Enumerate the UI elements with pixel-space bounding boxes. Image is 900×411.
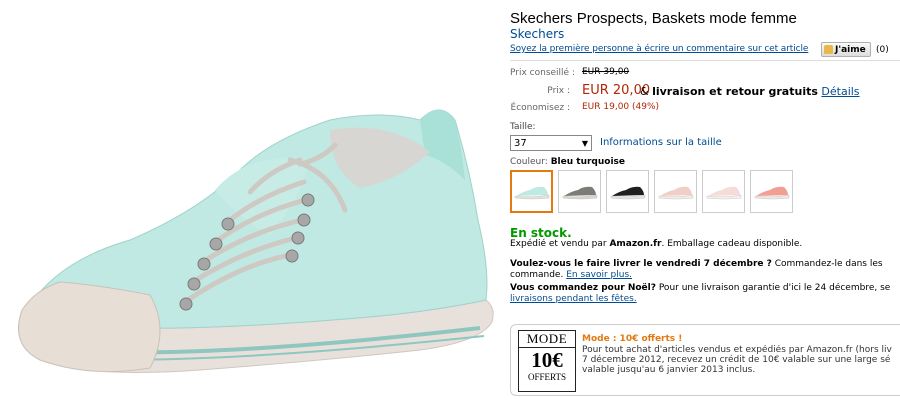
promo-title: Mode : 10€ offerts ! (582, 334, 683, 344)
stock-status: En stock. (510, 226, 572, 240)
product-details: Skechers Prospects, Baskets mode femme S… (510, 0, 900, 411)
write-review-link[interactable]: Soyez la première personne à écrire un c… (510, 44, 808, 54)
selected-color: Bleu turquoise (550, 157, 626, 167)
badge-top: MODE (519, 331, 575, 348)
promo-line-1: Pour tout achat d'articles vendus et exp… (582, 345, 892, 355)
chevron-down-icon: ▼ (581, 138, 588, 148)
list-price: EUR 39,00 (582, 67, 630, 77)
swatch-gris[interactable] (558, 170, 601, 213)
like-count: (0) (876, 45, 889, 55)
sold-by-prefix: Expédié et vendu par (510, 239, 607, 249)
divider (510, 60, 900, 61)
brand-link[interactable]: Skechers (510, 27, 564, 41)
color-swatches (510, 170, 793, 213)
promo-badge[interactable]: MODE 10€ OFFERTS (518, 330, 576, 392)
promo-text: Pour tout achat d'articles vendus et exp… (582, 345, 900, 375)
price-label: Prix : (547, 86, 570, 96)
delivery-question: Voulez-vous le faire livrer le vendredi … (510, 259, 772, 269)
size-info-link[interactable]: Informations sur la taille (600, 137, 722, 148)
like-button[interactable]: J'aime (821, 42, 871, 57)
size-selected: 37 (514, 137, 527, 149)
badge-bottom: OFFERTS (528, 372, 566, 382)
savings-label: Économisez : (510, 103, 570, 113)
sneaker-illustration (18, 109, 494, 373)
size-label: Taille: (510, 122, 536, 132)
sold-by-suffix: . Emballage cadeau disponible. (661, 239, 803, 249)
shoe-thumbnail-icon (754, 186, 789, 199)
sold-by: Expédié et vendu par Amazon.fr. Emballag… (510, 239, 802, 249)
badge-amount: 10€ (531, 348, 563, 372)
like-label: J'aime (835, 44, 866, 55)
shoe-thumbnail-icon (658, 186, 693, 199)
christmas-info: Vous commandez pour Noël? Pour une livra… (510, 283, 900, 305)
thumbs-up-icon (824, 45, 833, 54)
shoe-thumbnail-icon (562, 186, 597, 199)
color-label: Couleur: Bleu turquoise (510, 157, 625, 167)
promo-line-2: 7 décembre 2012, recevez un crédit de 10… (582, 355, 891, 365)
shipping-prefix: & (640, 85, 649, 98)
shoe-thumbnail-icon (610, 186, 645, 199)
size-select[interactable]: 37 ▼ (510, 135, 592, 151)
product-image[interactable] (0, 60, 500, 411)
swatch-noir[interactable] (606, 170, 649, 213)
swatch-rose-clair[interactable] (702, 170, 745, 213)
learn-more-link[interactable]: En savoir plus. (566, 270, 632, 280)
product-title: Skechers Prospects, Baskets mode femme (510, 10, 797, 27)
delivery-text: Commandez-le dans les (771, 259, 883, 269)
holiday-delivery-link[interactable]: livraisons pendant les fêtes. (510, 294, 637, 304)
christmas-text: Pour une livraison garantie d'ici le 24 … (655, 283, 891, 293)
swatch-rose-pale[interactable] (654, 170, 697, 213)
shipping-details-link[interactable]: Détails (821, 85, 859, 98)
free-shipping-text: livraison et retour gratuits (652, 85, 818, 98)
savings-value: EUR 19,00 (49%) (582, 102, 660, 112)
swatch-corail[interactable] (750, 170, 793, 213)
shipping-info: & livraison et retour gratuits Détails (640, 85, 860, 98)
shoe-thumbnail-icon (514, 186, 549, 199)
seller-name: Amazon.fr (609, 239, 662, 249)
color-label-text: Couleur: (510, 157, 548, 167)
christmas-question: Vous commandez pour Noël? (510, 283, 656, 293)
shoe-thumbnail-icon (706, 186, 741, 199)
delivery-info: Voulez-vous le faire livrer le vendredi … (510, 259, 900, 281)
list-price-label: Prix conseillé : (510, 68, 575, 78)
delivery-line2: commande. (510, 270, 564, 280)
swatch-bleu-turquoise[interactable] (510, 170, 553, 213)
promo-line-3: valable jusqu'au 6 janvier 2013 inclus. (582, 365, 756, 375)
